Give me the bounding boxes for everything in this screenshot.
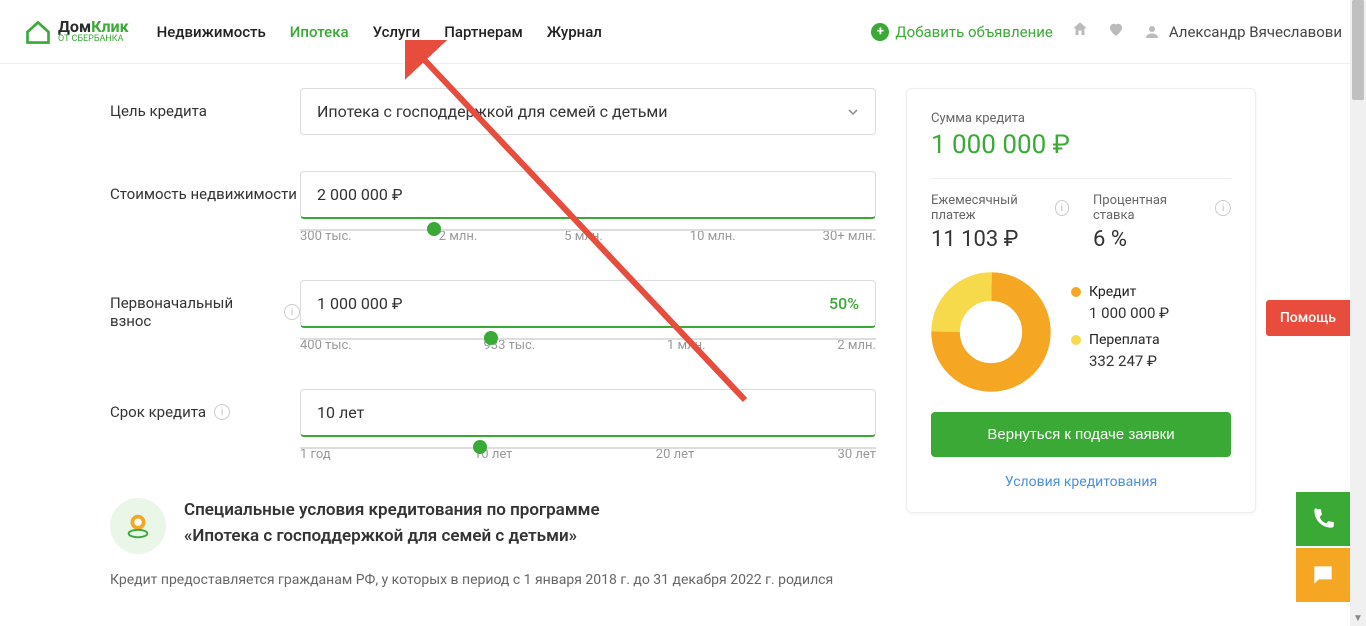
- heart-icon[interactable]: [1107, 20, 1125, 43]
- main-nav: Недвижимость Ипотека Услуги Партнерам Жу…: [157, 23, 602, 41]
- home-icon[interactable]: [1071, 20, 1089, 43]
- donut-chart: [931, 272, 1051, 392]
- rate-value: 6 %: [1093, 227, 1231, 252]
- plus-icon: +: [871, 23, 889, 41]
- chart-legend: Кредит 1 000 000 ₽ Переплата 332 247 ₽: [1071, 284, 1169, 380]
- terms-link[interactable]: Условия кредитования: [1005, 474, 1157, 490]
- summary-card: Сумма кредита 1 000 000 ₽ Ежемесячный пл…: [906, 88, 1256, 513]
- logo-text: ДомКлик ОТ СБЕРБАНКА: [58, 19, 129, 44]
- special-conditions: Специальные условия кредитования по прог…: [110, 498, 876, 554]
- scroll-thumb[interactable]: [1352, 0, 1364, 100]
- nav-services[interactable]: Услуги: [373, 23, 421, 41]
- scroll-down-icon[interactable]: ▼: [1350, 610, 1366, 626]
- row-downpayment: Первоначальный взнос i 1 000 000 ₽ 50% 4…: [110, 280, 876, 353]
- row-cost: Стоимость недвижимости 2 000 000 ₽ 300 т…: [110, 171, 876, 244]
- add-listing-link[interactable]: + Добавить объявление: [871, 23, 1052, 41]
- user-menu[interactable]: Александр Вячеславови: [1143, 23, 1342, 41]
- downpayment-slider[interactable]: 400 тыс. 933 тыс. 1 млн. 2 млн.: [300, 338, 876, 353]
- sum-value: 1 000 000 ₽: [931, 130, 1231, 160]
- header-right: + Добавить объявление Александр Вячеслав…: [871, 20, 1342, 43]
- info-icon[interactable]: i: [214, 404, 230, 420]
- sum-label: Сумма кредита: [931, 111, 1231, 126]
- logo-house-icon: [24, 18, 52, 46]
- rate-label: Процентная ставкаi: [1093, 193, 1231, 223]
- purpose-select[interactable]: Ипотека с господдержкой для семей с деть…: [300, 88, 876, 135]
- help-button[interactable]: Помощь: [1266, 300, 1350, 336]
- credit-description: Кредит предоставляется гражданам РФ, у к…: [110, 572, 876, 588]
- label-purpose: Цель кредита: [110, 88, 300, 120]
- logo[interactable]: ДомКлик ОТ СБЕРБАНКА: [24, 18, 129, 46]
- label-cost: Стоимость недвижимости: [110, 171, 300, 203]
- chat-button[interactable]: [1296, 548, 1350, 602]
- term-input[interactable]: 10 лет: [300, 389, 876, 437]
- chevron-down-icon: [847, 106, 859, 118]
- chat-icon: [1310, 562, 1336, 588]
- downpayment-input[interactable]: 1 000 000 ₽ 50%: [300, 280, 876, 328]
- term-slider[interactable]: 1 год 10 лет 20 лет 30 лет: [300, 447, 876, 462]
- payment-value: 11 103 ₽: [931, 227, 1069, 252]
- phone-button[interactable]: [1296, 492, 1350, 546]
- user-icon: [1143, 23, 1161, 41]
- main-content: Цель кредита Ипотека с господдержкой для…: [0, 64, 1366, 588]
- special-text: Специальные условия кредитования по прог…: [184, 498, 600, 549]
- label-downpayment: Первоначальный взнос i: [110, 280, 300, 330]
- nav-partners[interactable]: Партнерам: [444, 23, 523, 41]
- scrollbar[interactable]: ▲ ▼: [1350, 0, 1366, 626]
- cost-input[interactable]: 2 000 000 ₽: [300, 171, 876, 219]
- label-term: Срок кредита i: [110, 389, 300, 421]
- payment-label: Ежемесячный платежi: [931, 193, 1069, 223]
- phone-icon: [1310, 506, 1336, 532]
- cost-slider[interactable]: 300 тыс. 2 млн. 5 млн. 10 млн. 30+ млн.: [300, 229, 876, 244]
- header: ДомКлик ОТ СБЕРБАНКА Недвижимость Ипотек…: [0, 0, 1366, 64]
- submit-button[interactable]: Вернуться к подаче заявки: [931, 412, 1231, 457]
- nav-realestate[interactable]: Недвижимость: [157, 23, 266, 41]
- pacifier-icon: [110, 498, 166, 554]
- info-icon[interactable]: i: [1215, 200, 1231, 216]
- info-icon[interactable]: i: [1055, 200, 1069, 216]
- row-purpose: Цель кредита Ипотека с господдержкой для…: [110, 88, 876, 135]
- row-term: Срок кредита i 10 лет 1 год 10 лет 20 ле…: [110, 389, 876, 462]
- nav-mortgage[interactable]: Ипотека: [290, 23, 349, 41]
- form-column: Цель кредита Ипотека с господдержкой для…: [110, 88, 876, 588]
- info-icon[interactable]: i: [284, 304, 300, 320]
- nav-journal[interactable]: Журнал: [547, 23, 602, 41]
